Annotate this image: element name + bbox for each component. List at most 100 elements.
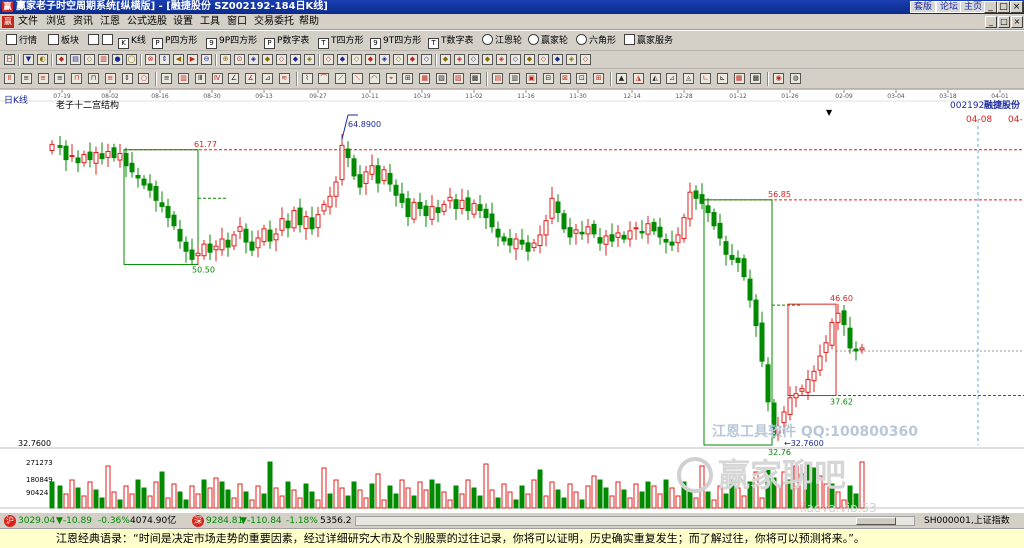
link-forum[interactable]: 论坛 xyxy=(936,1,963,13)
menu-help[interactable]: 帮助 xyxy=(299,15,319,29)
analysis-tool-icon[interactable]: ▨ xyxy=(452,73,464,84)
tool-glyph-icon[interactable]: ◆ xyxy=(482,54,493,65)
tool-glyph-icon[interactable]: ◐ xyxy=(37,54,48,65)
analysis-tool-icon[interactable]: ∠ xyxy=(228,73,240,84)
tool-glyph-icon[interactable]: ◇ xyxy=(580,54,591,65)
analysis-tool-icon[interactable]: ⊠ xyxy=(559,73,571,84)
tool-glyph-icon[interactable]: ◇ xyxy=(351,54,362,65)
tool-glyph-icon[interactable]: ◇ xyxy=(323,54,334,65)
tool-service[interactable]: 赢家服务 xyxy=(624,34,673,48)
tool-9p-square[interactable]: 9 9P四方形 xyxy=(206,34,257,49)
analysis-tool-icon[interactable]: ⊾ xyxy=(716,73,728,84)
tool-glyph-icon[interactable]: ◇ xyxy=(276,54,287,65)
tool-winner-wheel[interactable]: 赢家轮 xyxy=(528,34,568,48)
link-home[interactable]: 主页 xyxy=(960,1,987,13)
tool-grid[interactable] xyxy=(102,34,115,48)
maximize-button[interactable]: □ xyxy=(997,1,1010,13)
tool-glyph-icon[interactable]: ⊖ xyxy=(201,54,212,65)
tool-glyph-icon[interactable]: ◀ xyxy=(173,54,184,65)
analysis-tool-icon[interactable]: ▩ xyxy=(750,73,762,84)
child-close-button[interactable]: × xyxy=(1011,16,1023,28)
menu-tools[interactable]: 工具 xyxy=(200,15,220,29)
analysis-tool-icon[interactable]: ≡ xyxy=(37,73,49,84)
tool-p-square[interactable]: P P四方形 xyxy=(152,34,197,49)
tool-glyph-icon[interactable]: ◇ xyxy=(84,54,95,65)
analysis-tool-icon[interactable]: ▧ xyxy=(436,73,447,84)
analysis-tool-icon[interactable]: ⇕ xyxy=(121,73,133,84)
analysis-tool-icon[interactable]: ⊿ xyxy=(262,73,273,84)
analysis-tool-icon[interactable]: ◠ xyxy=(368,73,380,84)
analysis-tool-icon[interactable]: ⟋ xyxy=(335,73,347,84)
tool-chart[interactable] xyxy=(88,34,101,48)
analysis-tool-icon[interactable]: ▥ xyxy=(178,73,189,84)
tool-glyph-icon[interactable]: ◆ xyxy=(365,54,376,65)
analysis-tool-icon[interactable]: Ⅳ xyxy=(211,73,223,84)
tool-gann-wheel[interactable]: 江恩轮 xyxy=(482,34,522,48)
tool-glyph-icon[interactable]: ▥ xyxy=(98,54,109,65)
tool-glyph-icon[interactable]: ◆ xyxy=(407,54,418,65)
tool-t-number[interactable]: T T数字表 xyxy=(428,34,474,49)
menu-browse[interactable]: 浏览 xyxy=(46,15,66,29)
tool-glyph-icon[interactable]: ◈ xyxy=(496,54,507,65)
tool-glyph-icon[interactable]: ◯ xyxy=(126,54,137,65)
analysis-tool-icon[interactable]: ⊞ xyxy=(402,73,414,84)
horizontal-scrollbar[interactable] xyxy=(355,516,915,526)
analysis-tool-icon[interactable]: ⊡ xyxy=(576,73,588,84)
analysis-tool-icon[interactable]: ◬ xyxy=(683,73,695,84)
tool-glyph-icon[interactable]: ⊙ xyxy=(234,54,245,65)
tool-glyph-icon[interactable]: ◈ xyxy=(304,54,315,65)
tool-glyph-icon[interactable]: ◈ xyxy=(248,54,259,65)
tool-glyph-icon[interactable]: ◈ xyxy=(379,54,390,65)
tool-glyph-icon[interactable]: ◇ xyxy=(468,54,479,65)
tool-t-square[interactable]: T T四方形 xyxy=(318,34,364,49)
analysis-tool-icon[interactable]: ◭ xyxy=(649,73,661,84)
tool-glyph-icon[interactable]: ● xyxy=(112,54,123,65)
analysis-tool-icon[interactable]: ⌇ xyxy=(301,73,313,84)
tool-quote[interactable]: 行情 xyxy=(6,34,37,48)
tool-glyph-icon[interactable]: ◇ xyxy=(421,54,432,65)
analysis-tool-icon[interactable]: ◉ xyxy=(773,73,785,84)
analysis-tool-icon[interactable]: ⊟ xyxy=(542,73,554,84)
menu-trade[interactable]: 交易委托 xyxy=(254,15,294,29)
analysis-tool-icon[interactable]: ⌖ xyxy=(385,73,397,84)
child-minimize-button[interactable]: _ xyxy=(985,16,997,28)
tool-glyph-icon[interactable]: ◇ xyxy=(538,54,549,65)
scroll-thumb[interactable] xyxy=(856,517,896,525)
tool-glyph-icon[interactable]: ◇ xyxy=(510,54,521,65)
menu-window[interactable]: 窗口 xyxy=(227,15,247,29)
analysis-tool-icon[interactable]: ⊓ xyxy=(88,73,99,84)
analysis-tool-icon[interactable]: ▦ xyxy=(733,73,745,84)
analysis-tool-icon[interactable]: ∡ xyxy=(245,73,257,84)
analysis-tool-icon[interactable]: ◮ xyxy=(632,73,644,84)
tool-glyph-icon[interactable]: ◆ xyxy=(440,54,451,65)
tool-glyph-icon[interactable]: ◆ xyxy=(56,54,67,65)
link-taoban[interactable]: 套版 xyxy=(910,1,937,13)
tool-kline[interactable]: K K线 xyxy=(118,34,146,49)
analysis-tool-icon[interactable]: Ⅲ xyxy=(194,73,206,84)
tool-9t-square[interactable]: 9 9T四方形 xyxy=(370,34,421,49)
analysis-tool-icon[interactable]: ⊿ xyxy=(666,73,678,84)
analysis-tool-icon[interactable]: ▥ xyxy=(509,73,521,84)
analysis-tool-icon[interactable]: ▦ xyxy=(419,73,431,84)
tool-glyph-icon[interactable]: ▼ xyxy=(23,54,34,65)
menu-formula[interactable]: 公式选股 xyxy=(127,15,167,29)
analysis-tool-icon[interactable]: ≋ xyxy=(278,73,290,84)
analysis-tool-icon[interactable]: ○ xyxy=(138,73,150,84)
analysis-tool-icon[interactable]: ▣ xyxy=(526,73,537,84)
tool-glyph-icon[interactable]: ◈ xyxy=(454,54,465,65)
analysis-tool-icon[interactable]: ⟍ xyxy=(352,73,363,84)
analysis-tool-icon[interactable]: ≡ xyxy=(20,73,32,84)
analysis-tool-icon[interactable]: ⌒ xyxy=(318,73,330,84)
tool-sector[interactable]: 板块 xyxy=(48,34,79,48)
analysis-tool-icon[interactable]: ≡ xyxy=(161,73,173,84)
analysis-tool-icon[interactable]: ⊓ xyxy=(71,73,83,84)
tool-hexagon[interactable]: 六角形 xyxy=(576,34,616,48)
tool-glyph-icon[interactable]: ⇕ xyxy=(159,54,170,65)
menu-gann[interactable]: 江恩 xyxy=(100,15,120,29)
tool-glyph-icon[interactable]: ▶ xyxy=(187,54,198,65)
tool-glyph-icon[interactable]: ◇ xyxy=(393,54,404,65)
minimize-button[interactable]: _ xyxy=(984,1,997,13)
menu-info[interactable]: 资讯 xyxy=(73,15,93,29)
tool-glyph-icon[interactable]: 日 xyxy=(4,54,15,65)
tool-glyph-icon[interactable]: ◆ xyxy=(552,54,563,65)
